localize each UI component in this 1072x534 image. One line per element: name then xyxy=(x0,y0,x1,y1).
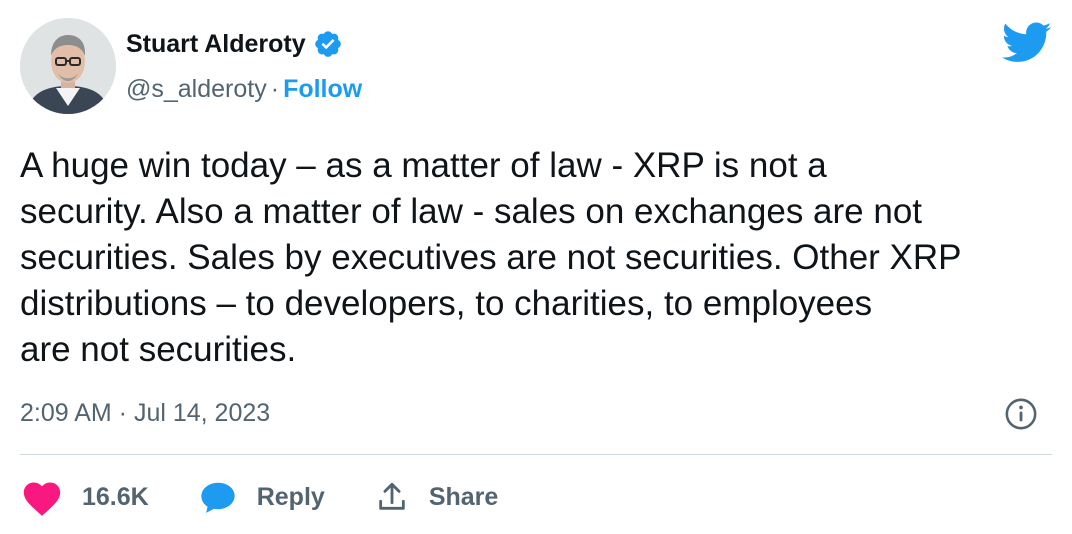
like-button[interactable]: 16.6K xyxy=(20,473,149,521)
like-count: 16.6K xyxy=(82,483,149,511)
author-handle[interactable]: @s_alderoty xyxy=(126,75,267,103)
reply-bubble-icon xyxy=(201,482,235,513)
tweet-meta: 2:09 AM · Jul 14, 2023 xyxy=(20,393,1052,433)
handle-separator: · xyxy=(270,75,280,103)
avatar-photo xyxy=(20,18,116,114)
share-button[interactable]: Share xyxy=(375,473,498,521)
tweet-card: Stuart Alderoty @s_alderoty · Follow A hug… xyxy=(0,0,1072,534)
tweet-actions: 16.6K Reply Share xyxy=(20,473,498,521)
reply-label: Reply xyxy=(256,483,325,511)
follow-link[interactable]: Follow xyxy=(283,75,362,103)
verified-badge-icon xyxy=(314,31,341,57)
tweet-text: A huge win today – as a matter of law - … xyxy=(20,146,962,369)
tweet-timestamp[interactable]: 2:09 AM · Jul 14, 2023 xyxy=(20,399,270,427)
info-icon[interactable] xyxy=(1004,397,1038,431)
divider xyxy=(20,454,1052,455)
author-name[interactable]: Stuart Alderoty xyxy=(126,26,306,62)
share-label: Share xyxy=(428,483,499,511)
author-handle-row: @s_alderoty · Follow xyxy=(126,71,362,107)
author-name-row: Stuart Alderoty xyxy=(126,26,343,62)
share-upload-icon xyxy=(379,482,405,510)
heart-icon xyxy=(23,482,61,516)
reply-button[interactable]: Reply xyxy=(199,473,325,521)
avatar[interactable] xyxy=(20,18,116,114)
twitter-bird-icon[interactable] xyxy=(1002,22,1052,64)
